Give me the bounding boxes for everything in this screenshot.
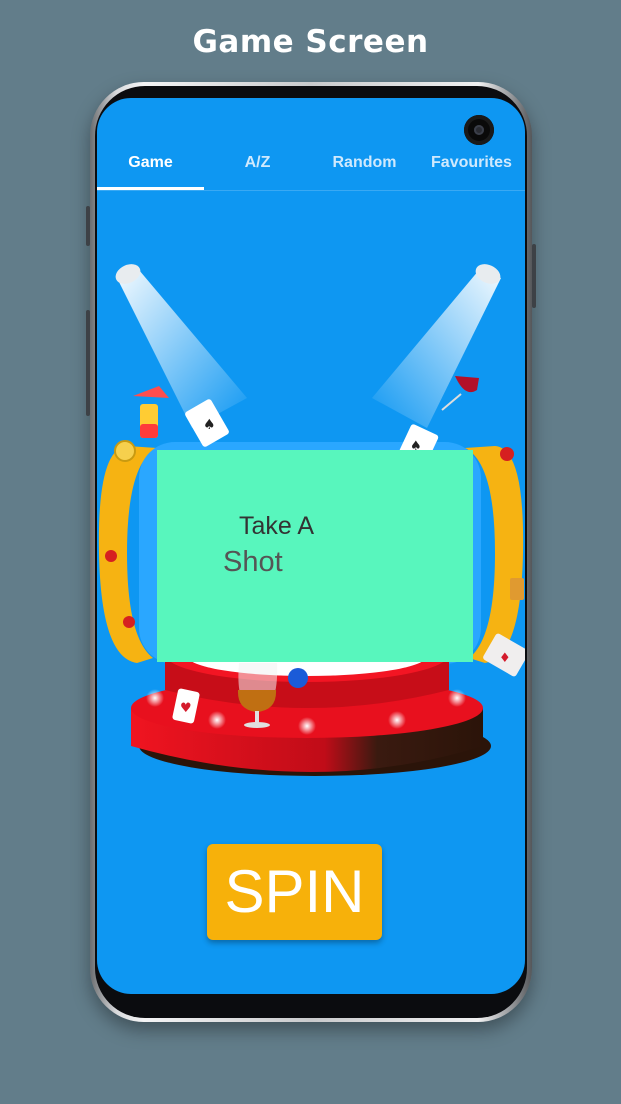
svg-text:♥: ♥ (180, 701, 192, 716)
app-screen: Game A/Z Random Favourites ♠ ♠ ♦ ♥ Take … (97, 98, 525, 994)
result-card: Take A Shot (157, 450, 473, 662)
spotlight-icon (372, 264, 501, 428)
side-button (86, 206, 90, 246)
spotlight-icon (115, 264, 247, 428)
whiskey-glass-icon (510, 578, 524, 600)
svg-text:♠: ♠ (203, 417, 216, 433)
side-button (532, 244, 536, 308)
side-button (86, 310, 90, 416)
page-title: Game Screen (192, 24, 429, 60)
result-text-line2: Shot (223, 546, 283, 578)
front-camera-icon (464, 115, 494, 145)
spin-button[interactable]: SPIN (207, 844, 382, 940)
svg-text:♦: ♦ (499, 651, 511, 666)
result-text-line1: Take A (239, 512, 315, 540)
cocktail-icon (133, 386, 169, 438)
